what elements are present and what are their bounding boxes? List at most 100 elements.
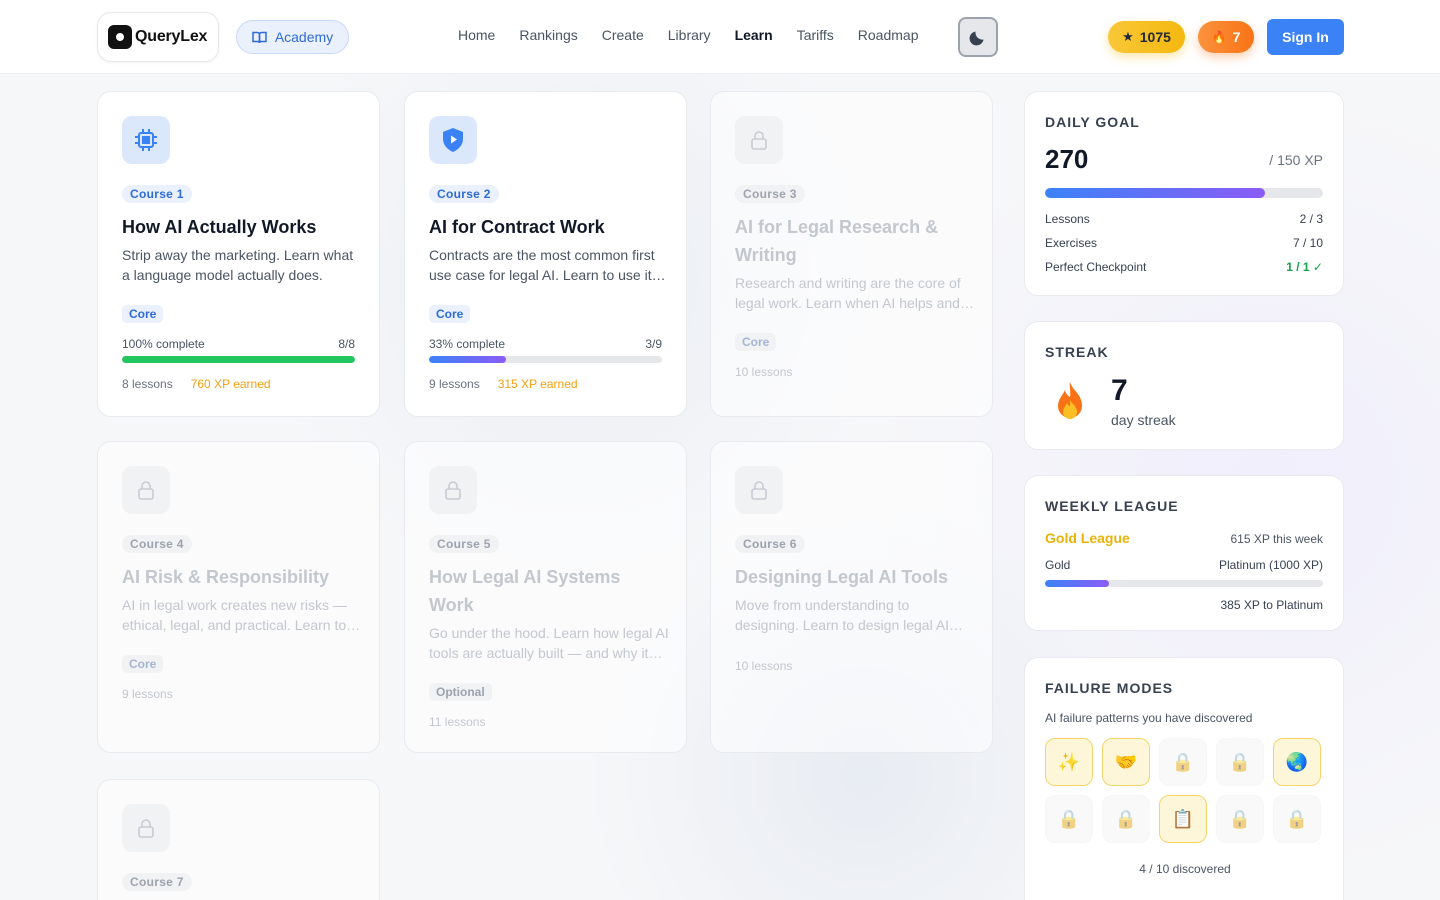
league-progress-bar xyxy=(1045,580,1323,587)
xp-count: 1075 xyxy=(1139,29,1171,45)
nav-library[interactable]: Library xyxy=(668,27,711,43)
row-value: 1 / 1 ✓ xyxy=(1286,260,1323,274)
league-title: WEEKLY LEAGUE xyxy=(1045,498,1179,514)
logo-text: QueryLex xyxy=(135,28,208,45)
progress-count: 8/8 xyxy=(338,337,355,351)
nav-tariffs[interactable]: Tariffs xyxy=(797,27,834,43)
failure-modes-panel: FAILURE MODES AI failure patterns you ha… xyxy=(1024,657,1344,900)
league-xp-week: 615 XP this week xyxy=(1230,532,1323,546)
daily-row-exercises: Exercises 7 / 10 xyxy=(1045,236,1323,250)
lesson-count: 9 lessons xyxy=(122,687,173,701)
course-card-2[interactable]: Course 2 AI for Contract Work Contracts … xyxy=(404,91,687,417)
lock-icon xyxy=(122,466,170,514)
course-tag: Course 1 xyxy=(122,185,192,203)
lesson-count: 8 lessons xyxy=(122,377,173,391)
xp-counter[interactable]: ★ 1075 xyxy=(1108,21,1185,53)
league-current: Gold xyxy=(1045,558,1071,572)
failure-badge-discovered[interactable]: 🌏 xyxy=(1273,738,1321,786)
lock-icon xyxy=(735,116,783,164)
streak-days: 7 xyxy=(1111,374,1128,407)
league-tier-row: Gold Platinum (1000 XP) xyxy=(1045,558,1323,572)
course-meta: 11 lessons xyxy=(429,715,485,729)
course-card-7[interactable]: Course 7 xyxy=(97,779,380,900)
nav-rankings[interactable]: Rankings xyxy=(519,27,577,43)
streak-title: STREAK xyxy=(1045,344,1109,360)
flame-icon: 🔥 xyxy=(1211,30,1227,44)
course-meta: 8 lessons 760 XP earned xyxy=(122,377,271,391)
failure-modes-count: 4 / 10 discovered xyxy=(1139,862,1231,876)
course-card-4[interactable]: Course 4 AI Risk & Responsibility AI in … xyxy=(97,441,380,753)
course-description: Contracts are the most common first use … xyxy=(429,247,655,283)
failure-badge-discovered[interactable]: ✨ xyxy=(1045,738,1093,786)
daily-goal-progress-bar xyxy=(1045,188,1323,198)
nav-home[interactable]: Home xyxy=(458,27,495,43)
course-tag: Course 6 xyxy=(735,535,805,553)
course-title: AI Risk & Responsibility xyxy=(122,567,330,587)
course-card-1[interactable]: Course 1 How AI Actually Works Strip awa… xyxy=(97,91,380,417)
failure-modes-subtitle: AI failure patterns you have discovered xyxy=(1045,711,1253,725)
course-card-6[interactable]: Course 6 Designing Legal AI Tools Move f… xyxy=(710,441,993,753)
progress-label: 100% complete 8/8 xyxy=(122,337,355,351)
failure-badge-locked[interactable]: 🔒 xyxy=(1216,795,1264,843)
failure-badge-locked[interactable]: 🔒 xyxy=(1273,795,1321,843)
streak-counter[interactable]: 🔥 7 xyxy=(1198,21,1254,53)
league-to-next: 385 XP to Platinum xyxy=(1220,598,1323,612)
course-description: Move from understanding to designing. Le… xyxy=(735,597,950,633)
league-name[interactable]: Gold League xyxy=(1045,530,1130,546)
main-nav: Home Rankings Create Library Learn Tarif… xyxy=(458,27,942,43)
course-tag: Course 2 xyxy=(429,185,499,203)
logo-mark-icon xyxy=(108,25,132,49)
course-tier-badge: Core xyxy=(429,305,471,323)
course-meta: 9 lessons 315 XP earned xyxy=(429,377,578,391)
xp-earned: 760 XP earned xyxy=(190,377,271,391)
streak-panel: STREAK 7 day streak xyxy=(1024,321,1344,450)
lesson-count: 9 lessons xyxy=(429,377,480,391)
progress-bar xyxy=(122,356,355,363)
progress-bar-fill xyxy=(429,356,506,363)
course-card-5[interactable]: Course 5 How Legal AI Systems Work Go un… xyxy=(404,441,687,753)
course-description: Research and writing are the core of leg… xyxy=(735,275,961,311)
top-header: QueryLex Academy Home Rankings Create Li… xyxy=(0,0,1440,74)
course-description: Go under the hood. Learn how legal AI to… xyxy=(429,625,669,661)
daily-row-checkpoint: Perfect Checkpoint 1 / 1 ✓ xyxy=(1045,260,1323,274)
row-value: 2 / 3 xyxy=(1299,212,1323,226)
row-value: 7 / 10 xyxy=(1292,236,1323,250)
failure-badge-locked[interactable]: 🔒 xyxy=(1216,738,1264,786)
failure-modes-title: FAILURE MODES xyxy=(1045,680,1174,696)
course-title: Designing Legal AI Tools xyxy=(735,567,949,587)
failure-badge-discovered[interactable]: 📋 xyxy=(1159,795,1207,843)
course-tier-badge: Core xyxy=(122,655,164,673)
daily-goal-title: DAILY GOAL xyxy=(1045,114,1140,130)
daily-goal-progress-fill xyxy=(1045,188,1265,198)
failure-badge-locked[interactable]: 🔒 xyxy=(1159,738,1207,786)
course-title: AI for Legal Research & Writing xyxy=(735,217,939,265)
daily-row-lessons: Lessons 2 / 3 xyxy=(1045,212,1323,226)
course-tag: Course 7 xyxy=(122,873,192,891)
book-icon xyxy=(252,31,267,43)
failure-badge-grid: ✨ 🤝 🔒 🔒 🌏 🔒 🔒 📋 🔒 🔒 xyxy=(1045,738,1325,843)
failure-badge-discovered[interactable]: 🤝 xyxy=(1102,738,1150,786)
chip-icon xyxy=(122,116,170,164)
lock-icon xyxy=(735,466,783,514)
sign-in-button[interactable]: Sign In xyxy=(1267,19,1344,55)
failure-badge-locked[interactable]: 🔒 xyxy=(1045,795,1093,843)
course-description: AI in legal work creates new risks — eth… xyxy=(122,597,347,633)
row-label: Exercises xyxy=(1045,236,1098,250)
flame-icon xyxy=(1053,380,1087,427)
nav-learn[interactable]: Learn xyxy=(735,27,773,43)
row-label: Lessons xyxy=(1045,212,1090,226)
progress-text: 100% complete xyxy=(122,337,205,351)
failure-badge-locked[interactable]: 🔒 xyxy=(1102,795,1150,843)
streak-count: 7 xyxy=(1232,29,1241,45)
theme-toggle-button[interactable] xyxy=(958,17,998,57)
weekly-league-panel: WEEKLY LEAGUE Gold League 615 XP this we… xyxy=(1024,475,1344,631)
academy-button[interactable]: Academy xyxy=(236,20,349,54)
daily-xp-target: / 150 XP xyxy=(1269,152,1323,168)
logo[interactable]: QueryLex xyxy=(97,12,219,62)
course-card-3[interactable]: Course 3 AI for Legal Research & Writing… xyxy=(710,91,993,417)
row-label: Perfect Checkpoint xyxy=(1045,260,1147,274)
lesson-count: 10 lessons xyxy=(735,365,793,379)
nav-roadmap[interactable]: Roadmap xyxy=(858,27,919,43)
course-title: How AI Actually Works xyxy=(122,217,317,237)
nav-create[interactable]: Create xyxy=(602,27,644,43)
